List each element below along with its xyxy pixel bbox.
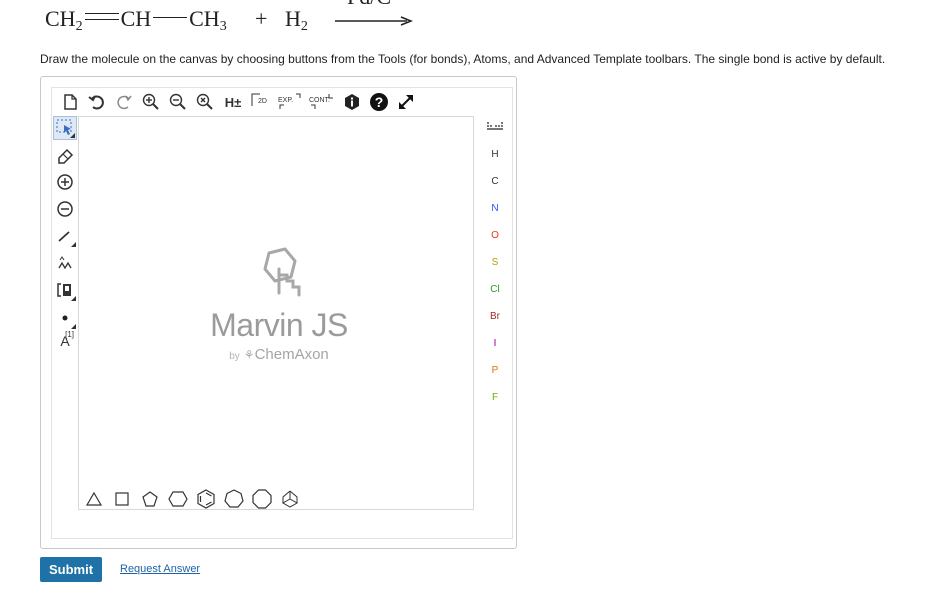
formula-h: H [285,6,301,31]
map-label: [1] [65,330,74,339]
single-bond-icon[interactable] [53,224,77,248]
subscript: 2 [300,19,308,34]
atom-button-o[interactable]: O [477,224,513,246]
watermark-company: ChemAxon [254,346,329,363]
new-document-icon[interactable] [58,90,82,114]
atom-button-c[interactable]: C [477,170,513,192]
reactant-1: CH2 CH CH3 [45,6,227,35]
bracket-icon[interactable] [53,278,77,302]
atom-button-n[interactable]: N [477,197,513,219]
single-bond [153,17,188,18]
request-answer-link[interactable]: Request Answer [120,563,200,575]
atom-map-tool[interactable]: A [1] [53,329,77,353]
help-icon[interactable]: ? [367,90,391,114]
arrow-icon [335,16,413,26]
watermark-by: by [229,351,240,362]
double-bond [84,13,119,20]
drawing-canvas[interactable]: Marvin JS by ⚘ChemAxon [78,116,474,510]
submit-button[interactable]: Submit [40,557,102,582]
formula-ch3: CH [189,6,220,31]
cyclohexane-icon[interactable] [166,487,190,511]
radical-icon[interactable] [53,306,77,330]
reactant-2: H2 [285,6,308,35]
instructions-text: Draw the molecule on the canvas by choos… [40,52,886,66]
selection-tool-icon[interactable] [53,116,77,140]
subscript: 3 [219,19,227,34]
tools-toolbar: A [1] [52,116,78,540]
atom-button-s[interactable]: S [477,251,513,273]
contract-label: CONT. [309,97,330,104]
plus-sign: + [255,6,268,31]
zoom-in-icon[interactable] [139,90,163,114]
expand-label: EXP. [278,97,293,104]
submenu-indicator [70,133,75,138]
submenu-indicator [71,296,76,301]
cyclopropane-icon[interactable] [82,487,106,511]
marvin-logo-icon [263,247,301,297]
atom-button-f[interactable]: F [477,386,513,408]
watermark-title: Marvin JS [210,307,348,343]
atom-button-cl[interactable]: Cl [477,278,513,300]
eraser-icon[interactable] [53,143,77,167]
subscript: 2 [75,19,83,34]
clean-2d-label: 2D [258,98,267,105]
zoom-fit-icon[interactable] [193,90,217,114]
formula-ch2: CH [45,6,76,31]
hydrogen-toggle-button[interactable]: H± [220,90,246,114]
positive-charge-icon[interactable] [53,170,77,194]
contract-button[interactable]: CONT. [307,90,337,114]
formula-ch: CH [120,6,152,31]
benzene-icon[interactable] [194,487,218,511]
cyclobutane-icon[interactable] [110,487,134,511]
expand-button[interactable]: EXP. [276,90,304,114]
redo-icon[interactable] [112,90,136,114]
zoom-out-icon[interactable] [166,90,190,114]
periodic-table-icon[interactable] [477,116,513,138]
chain-icon[interactable] [53,251,77,275]
fullscreen-icon[interactable] [394,90,418,114]
atom-button-br[interactable]: Br [477,305,513,327]
atom-button-p[interactable]: P [477,359,513,381]
atoms-toolbar: H C N O S Cl Br I P F [477,116,513,540]
reaction-arrow: Pd/C [335,0,415,30]
watermark-subtitle: by ⚘ChemAxon [199,346,359,363]
top-toolbar: H± 2D EXP. CONT. ? [52,88,512,116]
svg-text:?: ? [375,94,384,110]
cycloheptane-icon[interactable] [222,487,246,511]
flask-icon: ⚘ [243,348,255,362]
marvin-editor: H± 2D EXP. CONT. ? A [1] Marvin JS by ⚘C… [40,76,517,549]
cyclooctane-icon[interactable] [250,487,274,511]
cyclopentane-icon[interactable] [138,487,162,511]
atom-button-i[interactable]: I [477,332,513,354]
template-toolbar [78,484,474,514]
undo-icon[interactable] [85,90,109,114]
atom-button-h[interactable]: H [477,143,513,165]
info-icon[interactable] [340,90,364,114]
clean-2d-button[interactable]: 2D [249,90,273,114]
negative-charge-icon[interactable] [53,197,77,221]
submenu-indicator [71,242,76,247]
marvin-watermark: Marvin JS by ⚘ChemAxon [199,247,359,363]
catalyst-label: Pd/C [347,0,391,10]
bicyclic-template-icon[interactable] [278,487,302,511]
editor-frame: H± 2D EXP. CONT. ? A [1] Marvin JS by ⚘C… [51,87,513,539]
